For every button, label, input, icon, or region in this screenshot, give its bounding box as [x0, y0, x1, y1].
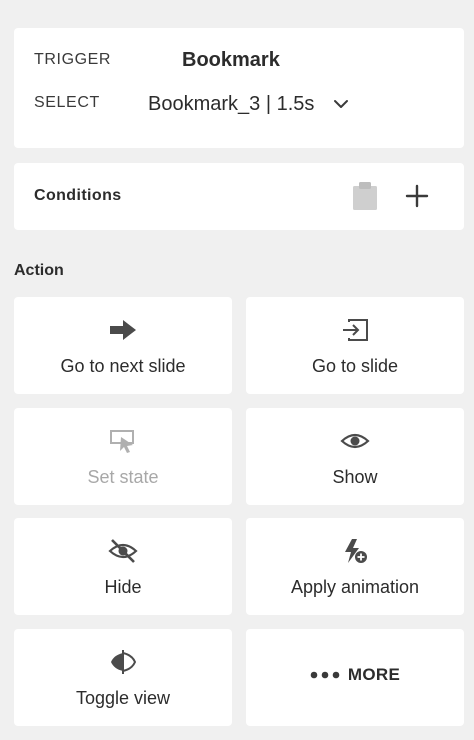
action-heading: Action	[14, 262, 64, 279]
tile-label: Apply animation	[290, 577, 420, 597]
clipboard-icon	[353, 182, 377, 210]
more-dots-icon	[310, 671, 340, 679]
toggle-view-button[interactable]: Toggle view	[14, 629, 232, 726]
set-state-button[interactable]: Set state	[14, 408, 232, 505]
tile-label: Toggle view	[75, 688, 171, 708]
trigger-card: TRIGGER Bookmark SELECT Bookmark_3 | 1.5…	[14, 28, 464, 148]
eye-off-icon	[108, 539, 138, 563]
apply-animation-button[interactable]: Apply animation	[246, 518, 464, 615]
toggle-view-icon	[111, 650, 137, 674]
tile-label: Set state	[87, 467, 159, 487]
tile-label: Go to next slide	[60, 356, 186, 376]
conditions-label: Conditions	[34, 187, 122, 204]
bookmark-select-dropdown[interactable]: Bookmark_3 | 1.5s	[148, 88, 350, 120]
tile-label: Show	[332, 467, 378, 487]
tile-label: Hide	[104, 577, 142, 597]
tile-label: Go to slide	[311, 356, 399, 376]
select-label: SELECT	[34, 94, 100, 111]
trigger-value: Bookmark	[182, 49, 280, 71]
go-to-next-slide-button[interactable]: Go to next slide	[14, 297, 232, 394]
slide-enter-icon	[343, 319, 368, 341]
show-button[interactable]: Show	[246, 408, 464, 505]
set-state-icon	[110, 430, 134, 453]
more-label: MORE	[347, 665, 401, 684]
conditions-card: Conditions	[14, 163, 464, 230]
eye-icon	[340, 433, 370, 449]
chevron-down-icon	[334, 100, 349, 108]
hide-button[interactable]: Hide	[14, 518, 232, 615]
more-button[interactable]: MORE	[246, 629, 464, 726]
select-value: Bookmark_3 | 1.5s	[148, 92, 315, 115]
animation-add-icon	[345, 539, 367, 563]
more-content: MORE	[246, 665, 464, 685]
arrow-right-icon	[110, 320, 136, 340]
add-condition-button[interactable]	[404, 183, 430, 209]
trigger-label: TRIGGER	[34, 51, 112, 68]
go-to-slide-button[interactable]: Go to slide	[246, 297, 464, 394]
